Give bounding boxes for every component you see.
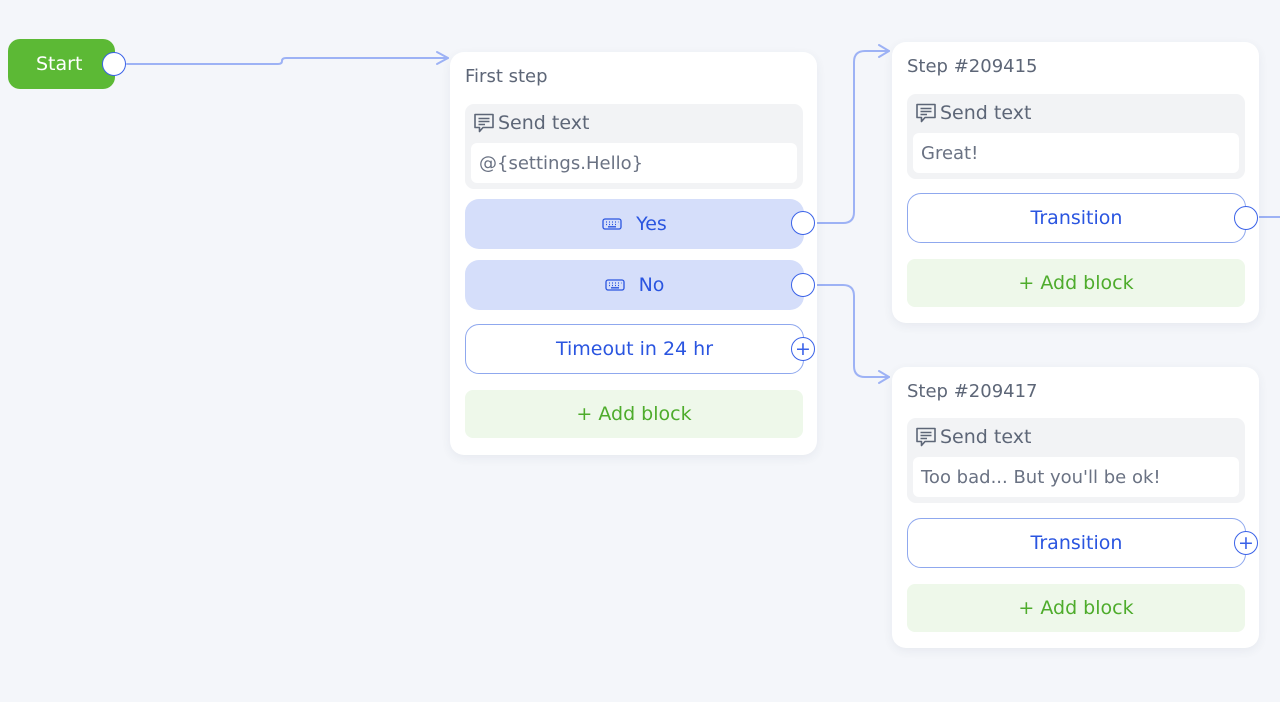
arrowhead-step-209417 [878,370,890,384]
step-card-209415[interactable]: Step #209415 Send text Great! Transition… [892,42,1259,323]
plus-icon: + [1238,531,1254,554]
timeout-add-connection-button[interactable]: + [791,337,815,361]
step-title: First step [465,66,548,87]
yes-output-port[interactable] [791,211,815,235]
send-text-block[interactable]: Send text Too bad... But you'll be ok! [907,418,1245,503]
add-block-label: + Add block [1018,597,1134,619]
step-title: Step #209415 [907,56,1038,77]
transition-label: Transition [1030,207,1123,229]
connector-no-to-step-209417 [815,284,890,378]
keyboard-icon [604,279,625,291]
message-text-icon [474,113,494,133]
step-card-first-step[interactable]: First step Send text @{settings.Hello} Y… [450,52,817,455]
no-output-port[interactable] [791,273,815,297]
add-block-button[interactable]: + Add block [907,584,1245,632]
arrowhead-step-209415 [878,44,890,58]
block-type-label: Send text [940,426,1032,448]
reply-button-no[interactable]: No [465,260,804,310]
transition-button[interactable]: Transition [907,193,1246,243]
add-block-button[interactable]: + Add block [465,390,803,438]
transition-label: Transition [1030,532,1123,554]
transition-add-connection-button[interactable]: + [1234,531,1258,555]
plus-icon: + [795,337,811,360]
reply-button-label: No [638,274,665,296]
timeout-button[interactable]: Timeout in 24 hr [465,324,804,374]
reply-button-yes[interactable]: Yes [465,199,804,249]
message-text-icon [916,427,936,447]
message-text[interactable]: Great! [913,133,1239,173]
connector-yes-to-step-209415 [815,50,890,224]
step-title: Step #209417 [907,381,1038,402]
send-text-block[interactable]: Send text @{settings.Hello} [465,104,803,189]
add-block-button[interactable]: + Add block [907,259,1245,307]
reply-button-label: Yes [636,213,667,235]
flow-canvas[interactable]: Start First step Send text @{settings.He… [0,0,1280,702]
keyboard-icon [602,218,622,230]
step-card-209417[interactable]: Step #209417 Send text Too bad... But yo… [892,367,1259,648]
block-type-label: Send text [940,102,1032,124]
start-node[interactable]: Start [8,39,115,89]
message-text-icon [916,103,936,123]
add-block-label: + Add block [1018,272,1134,294]
transition-button[interactable]: Transition [907,518,1246,568]
timeout-label: Timeout in 24 hr [555,338,714,360]
connector-start-to-first-step [126,57,449,65]
message-text[interactable]: Too bad... But you'll be ok! [913,457,1239,497]
arrowhead-first-step [436,51,449,65]
message-text[interactable]: @{settings.Hello} [471,143,797,183]
transition-output-port[interactable] [1234,206,1258,230]
send-text-block[interactable]: Send text Great! [907,94,1245,179]
start-label: Start [36,53,83,75]
add-block-label: + Add block [576,403,692,425]
start-output-port[interactable] [102,52,126,76]
block-type-label: Send text [498,112,590,134]
